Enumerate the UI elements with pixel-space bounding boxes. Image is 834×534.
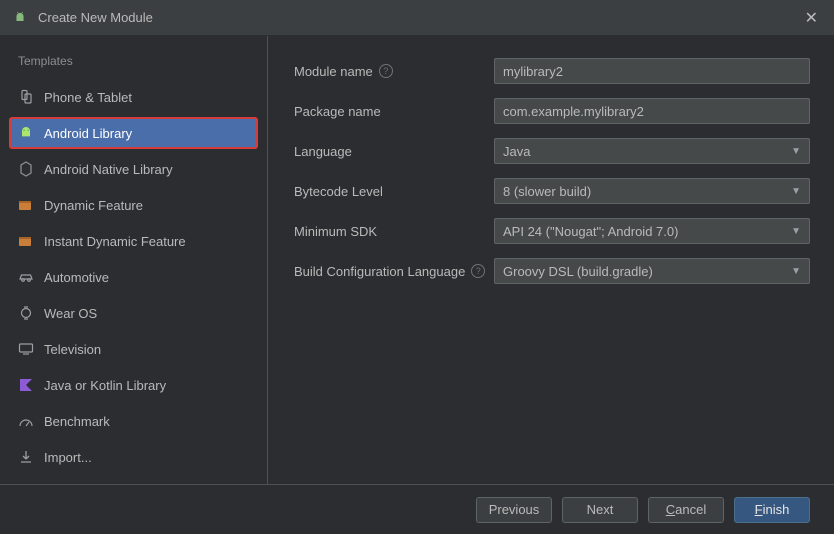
sidebar-item-label: Television (44, 342, 101, 357)
titlebar: Create New Module ✕ (0, 0, 834, 36)
sidebar-item-label: Instant Dynamic Feature (44, 234, 186, 249)
android-library-icon (18, 125, 34, 141)
select-value: 8 (slower build) (503, 184, 591, 199)
sidebar-item-label: Wear OS (44, 306, 97, 321)
sidebar-item-phone-tablet[interactable]: Phone & Tablet (10, 82, 257, 112)
sidebar-item-label: Phone & Tablet (44, 90, 132, 105)
import-icon (18, 449, 34, 465)
dialog-footer: Previous Next Cancel Finish (0, 484, 834, 534)
build-config-label: Build Configuration Language ? (294, 264, 494, 279)
kotlin-icon (18, 377, 34, 393)
sidebar-item-instant-dynamic-feature[interactable]: Instant Dynamic Feature (10, 226, 257, 256)
chevron-down-icon: ▼ (791, 226, 801, 237)
label-text: Bytecode Level (294, 184, 383, 199)
btn-label: Previous (489, 502, 540, 517)
cancel-button[interactable]: Cancel (648, 497, 724, 523)
window-title: Create New Module (38, 10, 801, 25)
btn-label: Finish (755, 502, 790, 517)
bytecode-level-select[interactable]: 8 (slower build) ▼ (494, 178, 810, 204)
label-text: Module name (294, 64, 373, 79)
sidebar-item-label: Automotive (44, 270, 109, 285)
select-value: Java (503, 144, 530, 159)
close-icon[interactable]: ✕ (801, 4, 822, 32)
main-pane: Templates Phone & Tablet Android Library… (0, 36, 834, 484)
templates-sidebar: Templates Phone & Tablet Android Library… (0, 36, 268, 484)
dynamic-feature-icon (18, 197, 34, 213)
language-label: Language (294, 144, 494, 159)
native-library-icon (18, 161, 34, 177)
label-text: Minimum SDK (294, 224, 377, 239)
minimum-sdk-label: Minimum SDK (294, 224, 494, 239)
sidebar-item-label: Android Native Library (44, 162, 173, 177)
module-name-input[interactable] (494, 58, 810, 84)
package-name-input[interactable] (494, 98, 810, 124)
sidebar-item-import[interactable]: Import... (10, 442, 257, 472)
chevron-down-icon: ▼ (791, 266, 801, 277)
sidebar-item-label: Import... (44, 450, 92, 465)
benchmark-icon (18, 413, 34, 429)
minimum-sdk-select[interactable]: API 24 ("Nougat"; Android 7.0) ▼ (494, 218, 810, 244)
sidebar-item-android-library[interactable]: Android Library (10, 118, 257, 148)
sidebar-item-java-kotlin-library[interactable]: Java or Kotlin Library (10, 370, 257, 400)
help-icon[interactable]: ? (471, 264, 485, 278)
instant-feature-icon (18, 233, 34, 249)
select-value: API 24 ("Nougat"; Android 7.0) (503, 224, 678, 239)
help-icon[interactable]: ? (379, 64, 393, 78)
automotive-icon (18, 269, 34, 285)
build-config-select[interactable]: Groovy DSL (build.gradle) ▼ (494, 258, 810, 284)
sidebar-item-wear-os[interactable]: Wear OS (10, 298, 257, 328)
sidebar-item-benchmark[interactable]: Benchmark (10, 406, 257, 436)
chevron-down-icon: ▼ (791, 186, 801, 197)
sidebar-item-label: Java or Kotlin Library (44, 378, 166, 393)
wear-icon (18, 305, 34, 321)
label-text: Build Configuration Language (294, 264, 465, 279)
module-name-label: Module name ? (294, 64, 494, 79)
tv-icon (18, 341, 34, 357)
android-icon (12, 10, 28, 26)
finish-button[interactable]: Finish (734, 497, 810, 523)
chevron-down-icon: ▼ (791, 146, 801, 157)
sidebar-item-label: Benchmark (44, 414, 110, 429)
sidebar-item-label: Android Library (44, 126, 132, 141)
form-panel: Module name ? Package name Language Java… (268, 36, 834, 484)
sidebar-item-television[interactable]: Television (10, 334, 257, 364)
language-select[interactable]: Java ▼ (494, 138, 810, 164)
sidebar-item-label: Dynamic Feature (44, 198, 143, 213)
package-name-label: Package name (294, 104, 494, 119)
previous-button[interactable]: Previous (476, 497, 552, 523)
label-text: Language (294, 144, 352, 159)
bytecode-level-label: Bytecode Level (294, 184, 494, 199)
btn-label: Cancel (666, 502, 706, 517)
btn-label: Next (587, 502, 614, 517)
sidebar-header: Templates (10, 52, 257, 82)
sidebar-item-automotive[interactable]: Automotive (10, 262, 257, 292)
sidebar-item-native-library[interactable]: Android Native Library (10, 154, 257, 184)
select-value: Groovy DSL (build.gradle) (503, 264, 653, 279)
label-text: Package name (294, 104, 381, 119)
next-button[interactable]: Next (562, 497, 638, 523)
phone-tablet-icon (18, 89, 34, 105)
sidebar-item-dynamic-feature[interactable]: Dynamic Feature (10, 190, 257, 220)
